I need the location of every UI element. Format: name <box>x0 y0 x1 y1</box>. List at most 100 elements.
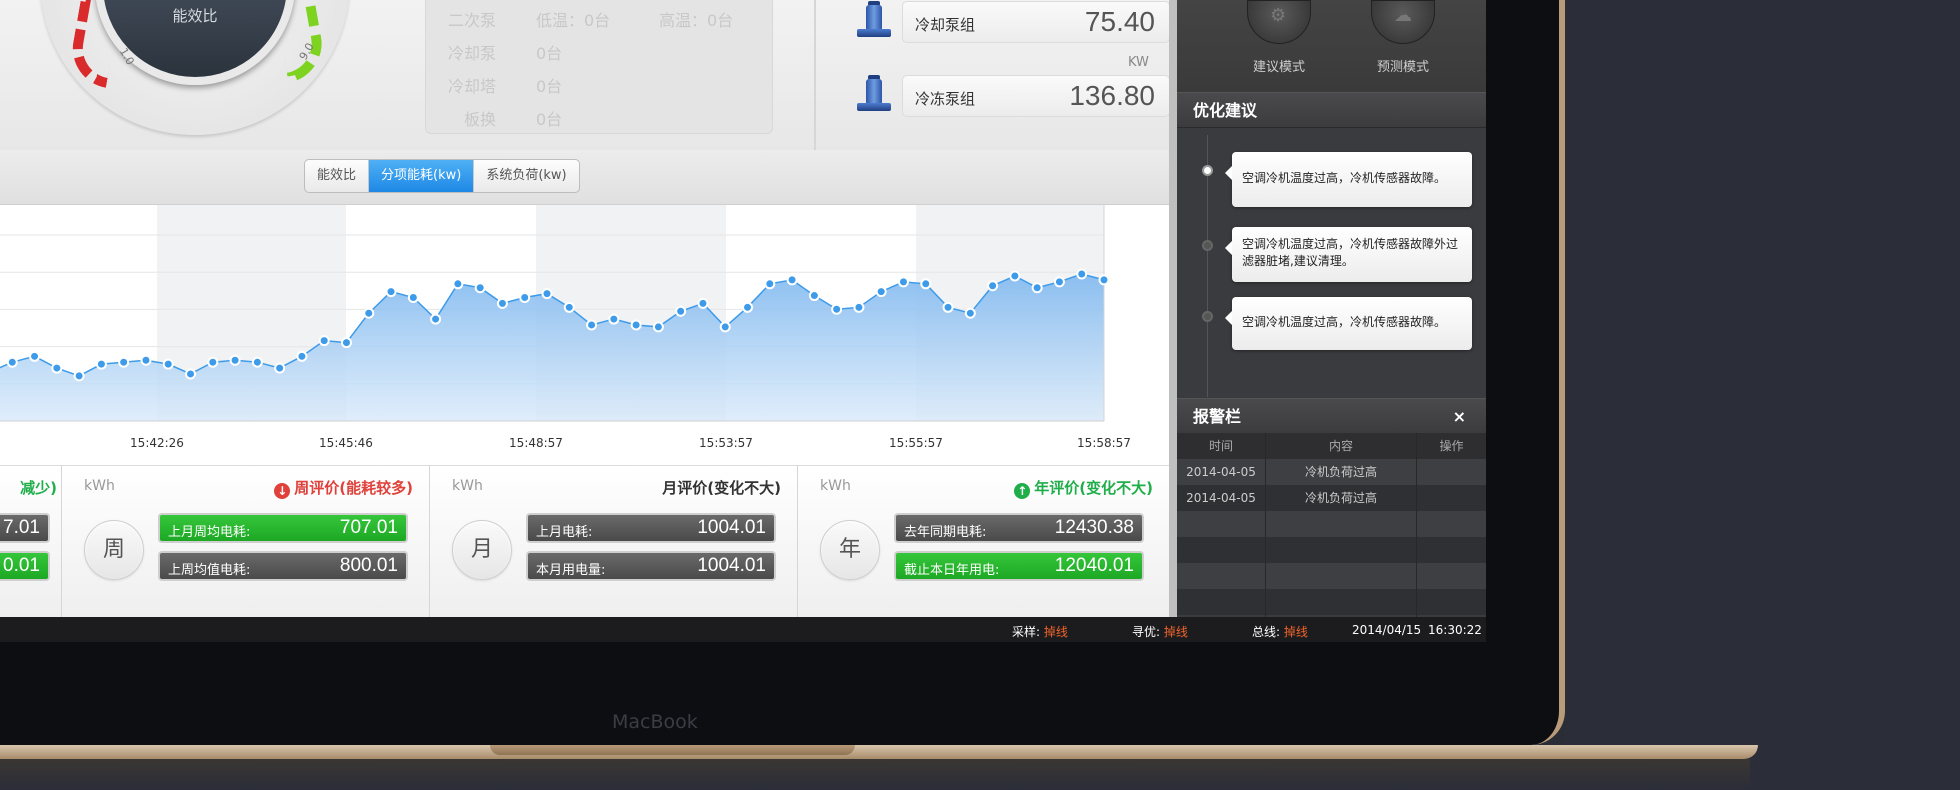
chart-point[interactable] <box>318 335 330 347</box>
chart-point[interactable] <box>296 350 308 362</box>
chart-point[interactable] <box>1053 276 1065 288</box>
stat-title: 月评价(变化不大) <box>662 479 781 497</box>
stat-period-badge: 年 <box>820 520 880 580</box>
stat-title: ↓ 周评价(能耗较多) <box>274 477 413 499</box>
chart-point[interactable] <box>29 350 41 362</box>
stat-title-text: 年评价(变化不大) <box>1034 479 1153 497</box>
chart-point[interactable] <box>1076 268 1088 280</box>
chart-point[interactable] <box>162 358 174 370</box>
chart-point[interactable] <box>719 321 731 333</box>
tab-itemized-energy[interactable]: 分项能耗(kw) <box>369 160 475 192</box>
pump-value: 136.80 <box>1069 80 1155 111</box>
chart-point[interactable] <box>51 362 63 374</box>
chart-point[interactable] <box>563 301 575 313</box>
column-header-time: 时间 <box>1208 439 1233 453</box>
chart-point[interactable] <box>1009 270 1021 282</box>
x-tick-label: 15:58:57 <box>1077 436 1131 450</box>
table-row[interactable]: 2014-04-05 冷机负荷过高 <box>1177 459 1486 485</box>
chart-point[interactable] <box>942 301 954 313</box>
stat-bar: 上周均值电耗: 800.01 <box>158 551 408 581</box>
equipment-name: 冷却塔 <box>447 77 496 96</box>
chart-point[interactable] <box>6 356 18 368</box>
gauge-label: 能效比 <box>172 7 218 25</box>
status-label: 总线: <box>1252 625 1281 639</box>
status-bus: 总线: 掉线 <box>1252 623 1308 640</box>
chart-point[interactable] <box>229 354 241 366</box>
chart-point[interactable] <box>586 319 598 331</box>
tab-system-load[interactable]: 系统负荷(kw) <box>474 160 578 192</box>
equipment-name: 冷却泵 <box>447 44 496 63</box>
chart-point[interactable] <box>140 354 152 366</box>
column-divider <box>1416 433 1417 617</box>
chart-point[interactable] <box>274 362 286 374</box>
chart-point[interactable] <box>385 286 397 298</box>
chart-point[interactable] <box>452 278 464 290</box>
chart-point[interactable] <box>875 286 887 298</box>
status-optimize: 寻优: 掉线 <box>1132 623 1188 640</box>
table-row[interactable]: 2014-04-05 冷机负荷过高 <box>1177 485 1486 511</box>
suggestion-card[interactable]: 空调冷机温度过高，冷机传感器故障。 <box>1225 297 1472 350</box>
pump-card: 冷却泵组 75.40 <box>902 1 1170 43</box>
chart-point[interactable] <box>496 297 508 309</box>
chart-point[interactable] <box>630 319 642 331</box>
suggestion-card[interactable]: 空调冷机温度过高，冷机传感器故障外过滤器脏堵,建议清理。 <box>1225 227 1472 282</box>
stat-value: 12430.38 <box>1054 517 1134 538</box>
efficiency-gauge: 能效比 1.0 9.0 <box>40 0 350 135</box>
suggestion-card[interactable]: 空调冷机温度过高，冷机传感器故障。 <box>1225 152 1472 207</box>
chart-point[interactable] <box>430 313 442 325</box>
cloud-icon: ☁ <box>1371 0 1435 44</box>
pump-unit-label: KW <box>1128 55 1149 70</box>
chart-point[interactable] <box>185 368 197 380</box>
chart-point[interactable] <box>764 278 776 290</box>
chart-point[interactable] <box>207 356 219 368</box>
tab-efficiency-ratio[interactable]: 能效比 <box>305 160 370 192</box>
chart-point[interactable] <box>742 301 754 313</box>
stat-title: 减少) <box>20 479 57 497</box>
chart-point[interactable] <box>897 276 909 288</box>
chart-point[interactable] <box>95 358 107 370</box>
desktop-background <box>1565 0 1960 790</box>
alarm-time: 2014-04-05 <box>1186 465 1256 479</box>
chart-point[interactable] <box>519 292 531 304</box>
chart-point[interactable] <box>697 297 709 309</box>
chart-point[interactable] <box>987 280 999 292</box>
alarm-title: 报警栏 <box>1193 407 1242 426</box>
chart-point[interactable] <box>73 370 85 382</box>
chart-point[interactable] <box>786 274 798 286</box>
chart-point[interactable] <box>340 337 352 349</box>
chart-point[interactable] <box>652 321 664 333</box>
chart-point[interactable] <box>920 278 932 290</box>
status-value: 掉线 <box>1043 625 1068 639</box>
chart-point[interactable] <box>1031 282 1043 294</box>
pump-name: 冷却泵组 <box>915 16 976 34</box>
timeline-dot <box>1202 165 1213 176</box>
mode-label: 建议模式 <box>1252 60 1305 75</box>
chart-point[interactable] <box>964 307 976 319</box>
alarm-content: 冷机负荷过高 <box>1304 491 1377 505</box>
x-tick-label: 15:53:57 <box>699 436 753 450</box>
pump-name: 冷冻泵组 <box>915 90 976 108</box>
chart-point[interactable] <box>1098 274 1110 286</box>
chart-point[interactable] <box>675 305 687 317</box>
chart-point[interactable] <box>474 282 486 294</box>
chart-point[interactable] <box>407 292 419 304</box>
mode-suggest-button[interactable]: ⚙ 建议模式 <box>1239 0 1319 75</box>
chart-point[interactable] <box>808 290 820 302</box>
stat-column-month: kWh 月评价(变化不大) 月 上月电耗: 1004.01 本月用电量: 100… <box>430 466 798 618</box>
timeline-dot <box>1202 240 1213 251</box>
laptop-base-shadow <box>0 759 1750 790</box>
mode-predict-button[interactable]: ☁ 预测模式 <box>1363 0 1443 75</box>
stat-value: 1004.01 <box>697 555 766 576</box>
chart-point[interactable] <box>853 301 865 313</box>
pump-group-chilled: 冷冻泵组 136.80 <box>850 75 1170 125</box>
chart-point[interactable] <box>831 303 843 315</box>
chart-point[interactable] <box>608 313 620 325</box>
chart-point[interactable] <box>251 356 263 368</box>
stat-value: 707.01 <box>339 517 398 538</box>
chart-point[interactable] <box>363 307 375 319</box>
stat-bar: 7.01 <box>0 513 50 543</box>
close-icon[interactable]: × <box>1453 399 1466 435</box>
column-header-content: 内容 <box>1328 439 1353 453</box>
chart-point[interactable] <box>541 288 553 300</box>
chart-point[interactable] <box>118 356 130 368</box>
